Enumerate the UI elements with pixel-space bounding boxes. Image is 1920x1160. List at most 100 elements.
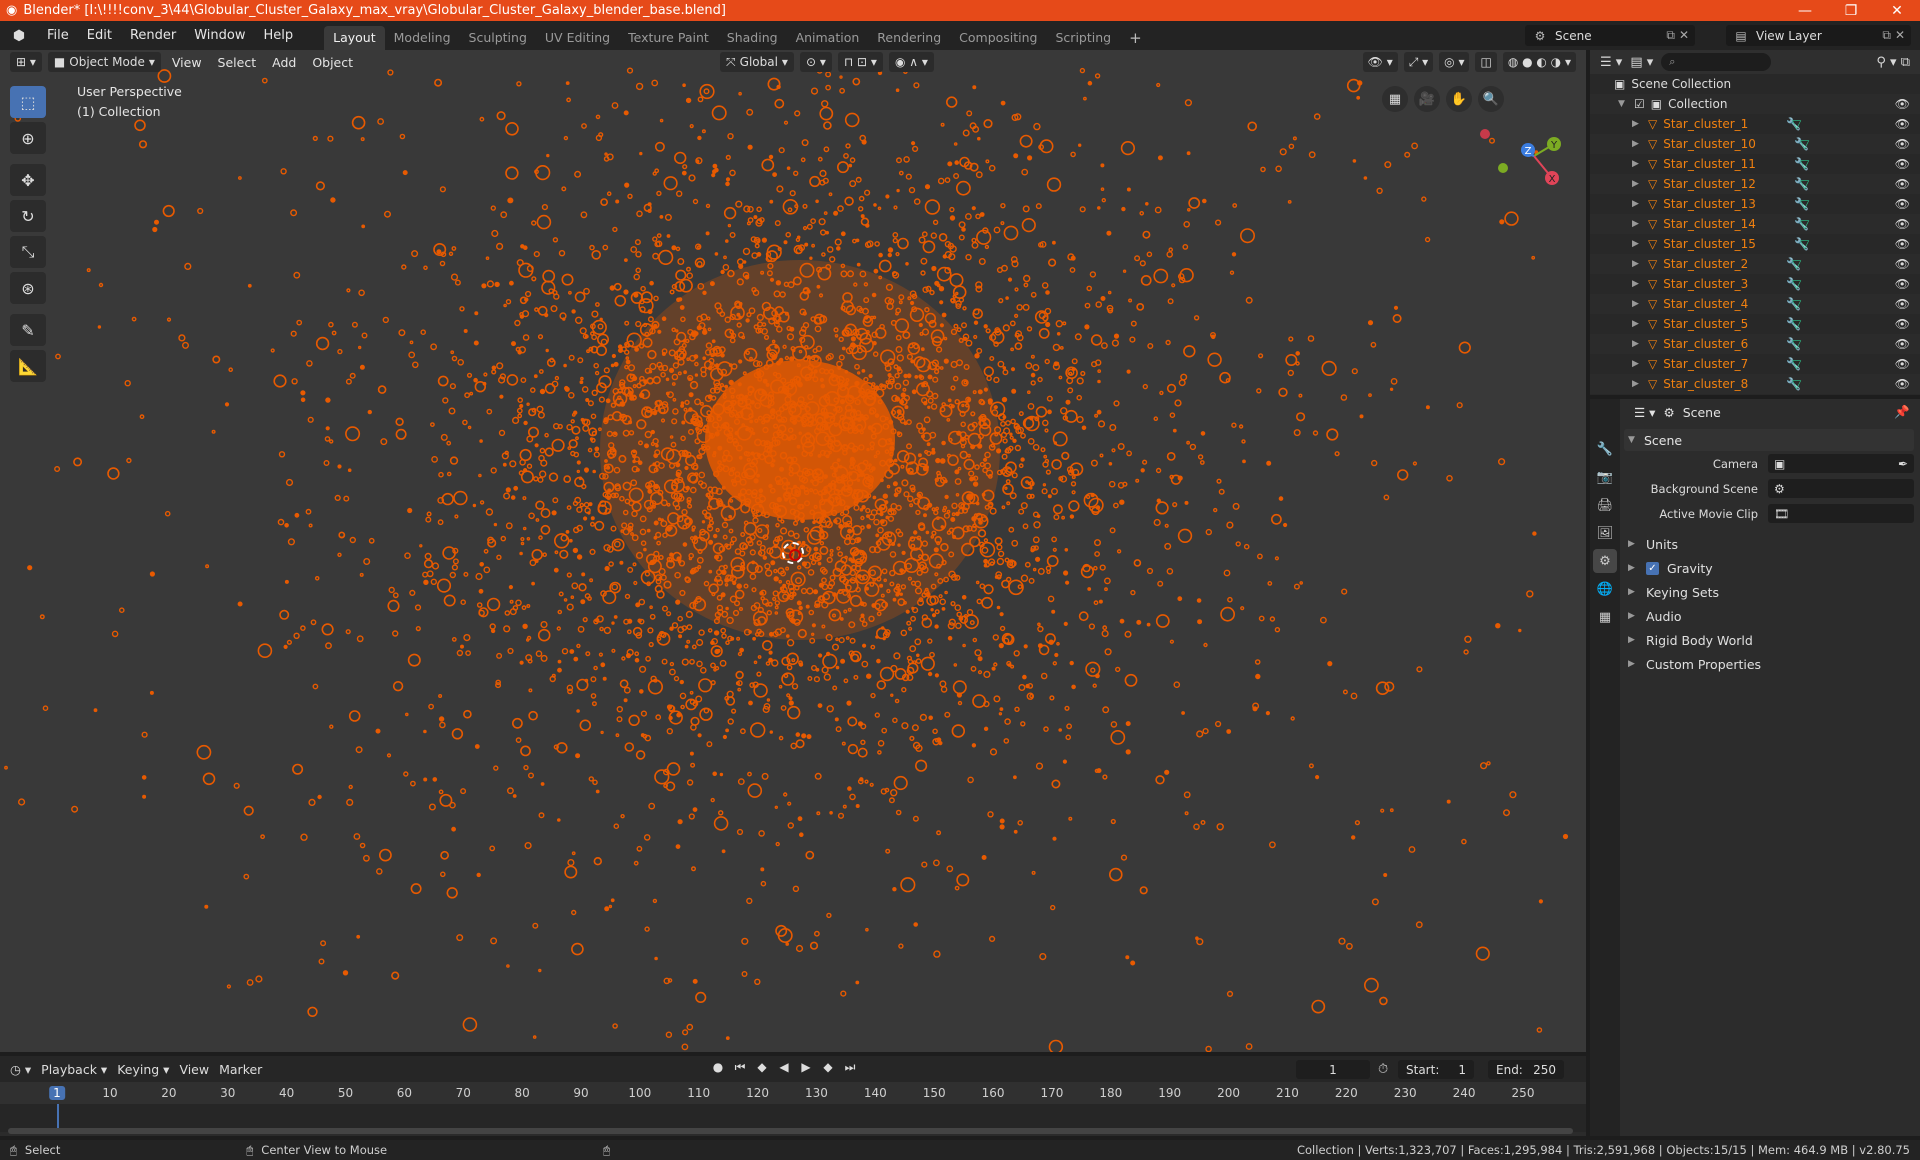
gravity-checkbox[interactable]: ✓ bbox=[1646, 561, 1659, 575]
outliner-row-object[interactable]: ▶ ▽ Star_cluster_15 🔧 ▽ 👁 bbox=[1590, 234, 1920, 254]
expand-chevron-icon[interactable]: ▶ bbox=[1632, 139, 1642, 149]
active-movie-clip-field[interactable]: 🎞 bbox=[1768, 504, 1914, 523]
select-box-tool-icon[interactable]: ⬚ bbox=[10, 86, 46, 118]
transform-orientation-selector[interactable]: ⤧ Global ▾ bbox=[720, 52, 794, 72]
expand-chevron-icon[interactable]: ▶ bbox=[1632, 239, 1642, 249]
expand-chevron-icon[interactable]: ▶ bbox=[1632, 199, 1642, 209]
mesh-data-icon[interactable]: ▽ bbox=[1792, 257, 1801, 271]
menu-window[interactable]: Window bbox=[185, 28, 254, 43]
menu-edit[interactable]: Edit bbox=[78, 28, 121, 43]
end-frame-field[interactable]: End: 250 bbox=[1488, 1060, 1564, 1079]
jump-start-icon[interactable]: ⏮ bbox=[732, 1060, 748, 1075]
proportional-edit-button[interactable]: ◉ ∧ ▾ bbox=[888, 52, 934, 72]
playback-menu[interactable]: Playback ▾ bbox=[41, 1062, 107, 1077]
3d-viewport[interactable]: ⊞ ▾ ■ Object Mode ▾ View Select Add Objec… bbox=[0, 50, 1586, 1052]
mesh-data-icon[interactable]: ▽ bbox=[1800, 237, 1809, 251]
object-name[interactable]: Star_cluster_14 bbox=[1663, 217, 1756, 231]
scene-tab-icon[interactable]: ⚙ bbox=[1593, 549, 1617, 573]
tab-uv-editing[interactable]: UV Editing bbox=[536, 26, 619, 50]
background-scene-field[interactable]: ⚙ bbox=[1768, 479, 1914, 498]
next-keyframe-icon[interactable]: ◆ bbox=[820, 1060, 836, 1075]
mesh-data-icon[interactable]: ▽ bbox=[1792, 337, 1801, 351]
outliner-row-collection[interactable]: ▼ ☑ ▣ Collection 👁 bbox=[1590, 94, 1920, 114]
object-name[interactable]: Star_cluster_6 bbox=[1663, 337, 1748, 351]
outliner-row-object[interactable]: ▶ ▽ Star_cluster_12 🔧 ▽ 👁 bbox=[1590, 174, 1920, 194]
object-name[interactable]: Star_cluster_7 bbox=[1663, 357, 1748, 371]
visibility-eye-icon[interactable]: 👁 bbox=[1895, 217, 1910, 231]
outliner-row-object[interactable]: ▶ ▽ Star_cluster_11 🔧 ▽ 👁 bbox=[1590, 154, 1920, 174]
object-name[interactable]: Star_cluster_4 bbox=[1663, 297, 1748, 311]
mesh-data-icon[interactable]: ▽ bbox=[1792, 297, 1801, 311]
remove-icon[interactable]: ✕ bbox=[1679, 28, 1689, 43]
scale-tool-icon[interactable]: ⤡ bbox=[10, 236, 46, 268]
snap-button[interactable]: ⊓ ⊡ ▾ bbox=[837, 52, 883, 72]
camera-field[interactable]: ▣ ✒ bbox=[1768, 454, 1914, 473]
3d-cursor[interactable] bbox=[782, 542, 804, 564]
visibility-eye-icon[interactable]: 👁 bbox=[1895, 97, 1910, 111]
view-layer-name[interactable]: View Layer bbox=[1756, 29, 1822, 43]
menu-help[interactable]: Help bbox=[255, 28, 303, 43]
expand-chevron-icon[interactable]: ▼ bbox=[1618, 99, 1628, 109]
clock-icon[interactable]: ⏱ bbox=[1378, 1062, 1388, 1077]
expand-chevron-icon[interactable]: ▶ bbox=[1632, 319, 1642, 329]
measure-tool-icon[interactable]: 📐 bbox=[10, 350, 46, 382]
properties-editor-icon[interactable]: ☰ ▾ bbox=[1634, 405, 1655, 420]
mesh-data-icon[interactable]: ▽ bbox=[1800, 137, 1809, 151]
tab-compositing[interactable]: Compositing bbox=[950, 26, 1046, 50]
outliner-row-object[interactable]: ▶ ▽ Star_cluster_5 🔧 ▽ 👁 bbox=[1590, 314, 1920, 334]
visibility-eye-icon[interactable]: 👁 bbox=[1895, 257, 1910, 271]
display-mode-icon[interactable]: ▤ ▾ bbox=[1630, 55, 1653, 70]
play-icon[interactable]: ▶ bbox=[798, 1060, 814, 1075]
visibility-eye-icon[interactable]: 👁 bbox=[1895, 197, 1910, 211]
prev-keyframe-icon[interactable]: ◆ bbox=[754, 1060, 770, 1075]
audio-panel[interactable]: ▶ Audio bbox=[1624, 604, 1914, 628]
copy-icon[interactable]: ⧉ bbox=[1666, 28, 1675, 43]
visibility-eye-icon[interactable]: 👁 bbox=[1895, 357, 1910, 371]
mesh-data-icon[interactable]: ▽ bbox=[1800, 157, 1809, 171]
viewport-menu-add[interactable]: Add bbox=[267, 55, 301, 70]
pin-icon[interactable]: 📌 bbox=[1894, 404, 1920, 420]
tab-texture-paint[interactable]: Texture Paint bbox=[619, 26, 718, 50]
gizmo-toggle-icon[interactable]: ⤢ ▾ bbox=[1403, 52, 1434, 72]
visibility-eye-icon[interactable]: 👁 bbox=[1895, 137, 1910, 151]
timeline-view-menu[interactable]: View bbox=[179, 1062, 209, 1077]
cursor-tool-icon[interactable]: ⊕ bbox=[10, 122, 46, 154]
visibility-eye-icon[interactable]: 👁 bbox=[1895, 117, 1910, 131]
view-layer-tab-icon[interactable]: 🖼 bbox=[1593, 521, 1617, 545]
visibility-eye-icon[interactable]: 👁 bbox=[1895, 277, 1910, 291]
units-panel[interactable]: ▶ Units bbox=[1624, 532, 1914, 556]
object-name[interactable]: Star_cluster_10 bbox=[1663, 137, 1756, 151]
object-name[interactable]: Star_cluster_8 bbox=[1663, 377, 1748, 391]
mesh-data-icon[interactable]: ▽ bbox=[1792, 317, 1801, 331]
tab-layout[interactable]: Layout bbox=[324, 26, 385, 50]
object-name[interactable]: Star_cluster_15 bbox=[1663, 237, 1756, 251]
object-name[interactable]: Star_cluster_3 bbox=[1663, 277, 1748, 291]
output-tab-icon[interactable]: 🖨 bbox=[1593, 493, 1617, 517]
object-name[interactable]: Star_cluster_13 bbox=[1663, 197, 1756, 211]
tab-modeling[interactable]: Modeling bbox=[385, 26, 460, 50]
menu-render[interactable]: Render bbox=[121, 28, 185, 43]
mesh-data-icon[interactable]: ▽ bbox=[1800, 177, 1809, 191]
expand-chevron-icon[interactable]: ▶ bbox=[1632, 279, 1642, 289]
outliner-row-object[interactable]: ▶ ▽ Star_cluster_10 🔧 ▽ 👁 bbox=[1590, 134, 1920, 154]
expand-chevron-icon[interactable]: ▶ bbox=[1632, 219, 1642, 229]
expand-chevron-icon[interactable]: ▶ bbox=[1632, 339, 1642, 349]
pivot-point-button[interactable]: ⊙ ▾ bbox=[799, 52, 832, 72]
close-button[interactable]: ✕ bbox=[1874, 3, 1920, 19]
outliner-row-object[interactable]: ▶ ▽ Star_cluster_2 🔧 ▽ 👁 bbox=[1590, 254, 1920, 274]
shading-modes[interactable]: ◍ ● ◐ ◑ ▾ bbox=[1502, 52, 1576, 72]
tab-shading[interactable]: Shading bbox=[718, 26, 787, 50]
gravity-panel[interactable]: ▶ ✓ Gravity bbox=[1624, 556, 1914, 580]
viewport-menu-select[interactable]: Select bbox=[213, 55, 262, 70]
visibility-icon[interactable]: 👁 ▾ bbox=[1362, 52, 1398, 72]
object-name[interactable]: Star_cluster_1 bbox=[1663, 117, 1748, 131]
blender-menu-icon[interactable]: ⬢ bbox=[8, 28, 30, 44]
outliner-row-object[interactable]: ▶ ▽ Star_cluster_14 🔧 ▽ 👁 bbox=[1590, 214, 1920, 234]
scene-selector[interactable]: ⚙ Scene ⧉ ✕ bbox=[1525, 25, 1695, 46]
visibility-eye-icon[interactable]: 👁 bbox=[1895, 377, 1910, 391]
scene-name[interactable]: Scene bbox=[1555, 29, 1592, 43]
maximize-button[interactable]: ❐ bbox=[1828, 3, 1874, 19]
outliner-row-object[interactable]: ▶ ▽ Star_cluster_1 🔧 ▽ 👁 bbox=[1590, 114, 1920, 134]
scene-panel-header[interactable]: ▼ Scene bbox=[1624, 429, 1914, 451]
tab-rendering[interactable]: Rendering bbox=[868, 26, 950, 50]
